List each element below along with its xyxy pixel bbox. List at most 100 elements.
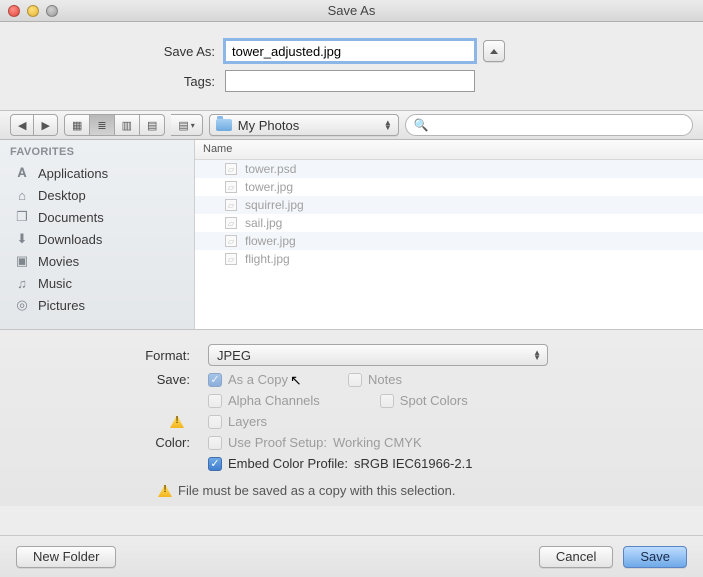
- checkbox-icon: [208, 415, 222, 429]
- nav-forward-button[interactable]: ▶: [34, 114, 57, 136]
- use-proof-setup-checkbox[interactable]: Use Proof Setup: Working CMYK: [208, 435, 422, 450]
- browser-toolbar: ◀ ▶ ▦ ≣ ▥ ▤ ▤ ▾ My Photos ▲▼ 🔍: [0, 110, 703, 140]
- file-name: sail.jpg: [245, 216, 282, 230]
- checkbox-icon: [208, 436, 222, 450]
- sidebar-item-movies[interactable]: ▣Movies: [0, 250, 194, 272]
- popup-arrows-icon: ▲▼: [533, 350, 541, 360]
- file-row[interactable]: ▱ tower.jpg: [195, 178, 703, 196]
- save-as-form: Save As: Tags:: [0, 22, 703, 110]
- file-row[interactable]: ▱ flight.jpg: [195, 250, 703, 268]
- sidebar-item-pictures[interactable]: ◎ Pictures: [0, 294, 194, 316]
- layers-checkbox[interactable]: Layers: [208, 414, 267, 429]
- file-row[interactable]: ▱ sail.jpg: [195, 214, 703, 232]
- window-title: Save As: [0, 3, 703, 18]
- arrange-button[interactable]: ▤ ▾: [171, 114, 202, 136]
- sidebar-item-label: Music: [38, 276, 72, 291]
- alpha-channels-checkbox[interactable]: Alpha Channels: [208, 393, 320, 408]
- search-icon: 🔍: [414, 118, 429, 132]
- checkbox-label: Use Proof Setup:: [228, 435, 327, 450]
- view-columns-button[interactable]: ▥: [115, 114, 140, 136]
- file-name: tower.psd: [245, 162, 296, 176]
- checkbox-label: Notes: [368, 372, 402, 387]
- file-icon: ▱: [225, 181, 237, 193]
- sidebar-item-label: Documents: [38, 210, 104, 225]
- checkbox-icon: ✓: [208, 373, 222, 387]
- save-button[interactable]: Save: [623, 546, 687, 568]
- location-popup[interactable]: My Photos ▲▼: [209, 114, 399, 136]
- embed-value: sRGB IEC61966-2.1: [354, 456, 473, 471]
- column-header-name[interactable]: Name: [195, 140, 703, 160]
- notes-checkbox[interactable]: Notes: [348, 372, 402, 387]
- file-name: flower.jpg: [245, 234, 296, 248]
- checkbox-label: Spot Colors: [400, 393, 468, 408]
- sidebar-item-downloads[interactable]: ⬇Downloads: [0, 228, 194, 250]
- checkbox-icon: ✓: [208, 457, 222, 471]
- file-row[interactable]: ▱ flower.jpg: [195, 232, 703, 250]
- sidebar-item-music[interactable]: ♫ Music: [0, 272, 194, 294]
- format-label: Format:: [18, 348, 208, 363]
- sidebar-item-applications[interactable]: 𝐀Applications: [0, 162, 194, 184]
- warning-icon: [158, 484, 172, 497]
- music-icon: ♫: [14, 275, 30, 291]
- file-row[interactable]: ▱ squirrel.jpg: [195, 196, 703, 214]
- dialog-footer: New Folder Cancel Save: [0, 535, 703, 577]
- sidebar-item-label: Movies: [38, 254, 79, 269]
- file-icon: ▱: [225, 235, 237, 247]
- sidebar-item-label: Pictures: [38, 298, 85, 313]
- nav-back-button[interactable]: ◀: [10, 114, 34, 136]
- spot-colors-checkbox[interactable]: Spot Colors: [380, 393, 468, 408]
- checkbox-label: As a Copy: [228, 372, 288, 387]
- file-browser: FAVORITES 𝐀Applications ⌂ Desktop ❐ Docume…: [0, 140, 703, 330]
- view-mode-segment: ▦ ≣ ▥ ▤: [64, 114, 165, 136]
- location-folder-name: My Photos: [238, 118, 299, 133]
- checkbox-label: Embed Color Profile:: [228, 456, 348, 471]
- warning-message-row: File must be saved as a copy with this s…: [18, 477, 685, 498]
- file-name: tower.jpg: [245, 180, 293, 194]
- popup-arrows-icon: ▲▼: [384, 120, 392, 130]
- options-panel: Format: JPEG ▲▼ Save: ✓ As a Copy Notes …: [0, 330, 703, 506]
- save-as-input[interactable]: [225, 40, 475, 62]
- sidebar: FAVORITES 𝐀Applications ⌂ Desktop ❐ Docume…: [0, 140, 195, 329]
- view-coverflow-button[interactable]: ▤: [140, 114, 165, 136]
- file-row[interactable]: ▱ tower.psd: [195, 160, 703, 178]
- color-section-label: Color:: [18, 435, 208, 450]
- proof-value: Working CMYK: [333, 435, 422, 450]
- sidebar-item-documents[interactable]: ❐ Documents: [0, 206, 194, 228]
- checkbox-label: Alpha Channels: [228, 393, 320, 408]
- as-a-copy-checkbox[interactable]: ✓ As a Copy: [208, 372, 288, 387]
- new-folder-button[interactable]: New Folder: [16, 546, 116, 568]
- sidebar-item-label: Applications: [38, 166, 108, 181]
- tags-input[interactable]: [225, 70, 475, 92]
- collapse-browser-button[interactable]: [483, 40, 505, 62]
- file-icon: ▱: [225, 217, 237, 229]
- search-field[interactable]: 🔍: [405, 114, 693, 136]
- embed-profile-checkbox[interactable]: ✓ Embed Color Profile: sRGB IEC61966-2.1: [208, 456, 472, 471]
- checkbox-icon: [380, 394, 394, 408]
- tags-label: Tags:: [10, 74, 225, 89]
- documents-icon: ❐: [14, 209, 30, 225]
- sidebar-heading: FAVORITES: [0, 140, 194, 162]
- warning-message: File must be saved as a copy with this s…: [178, 483, 455, 498]
- checkbox-icon: [208, 394, 222, 408]
- sidebar-item-desktop[interactable]: ⌂ Desktop: [0, 184, 194, 206]
- format-value: JPEG: [217, 348, 251, 363]
- file-icon: ▱: [225, 253, 237, 265]
- format-popup[interactable]: JPEG ▲▼: [208, 344, 548, 366]
- pictures-icon: ◎: [14, 297, 30, 313]
- file-icon: ▱: [225, 199, 237, 211]
- view-list-button[interactable]: ≣: [90, 114, 114, 136]
- checkbox-label: Layers: [228, 414, 267, 429]
- save-as-label: Save As:: [10, 44, 225, 59]
- search-input[interactable]: [433, 118, 684, 132]
- desktop-icon: ⌂: [14, 187, 30, 203]
- sidebar-item-label: Desktop: [38, 188, 86, 203]
- nav-back-forward: ◀ ▶: [10, 114, 58, 136]
- file-name: squirrel.jpg: [245, 198, 304, 212]
- view-icons-button[interactable]: ▦: [64, 114, 90, 136]
- folder-icon: [216, 119, 232, 131]
- warning-icon: [170, 415, 184, 428]
- arrange-segment: ▤ ▾: [171, 114, 202, 136]
- cancel-button[interactable]: Cancel: [539, 546, 613, 568]
- file-icon: ▱: [225, 163, 237, 175]
- file-name: flight.jpg: [245, 252, 290, 266]
